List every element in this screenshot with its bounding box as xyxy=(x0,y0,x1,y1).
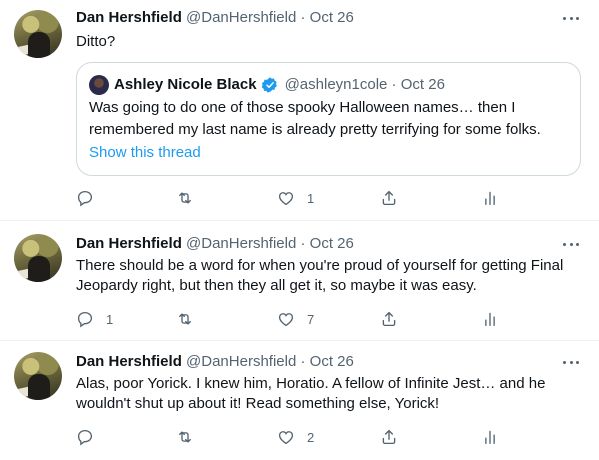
avatar[interactable] xyxy=(14,234,62,282)
more-icon[interactable] xyxy=(563,354,579,370)
retweet-icon xyxy=(176,189,194,207)
show-thread-link[interactable]: Show this thread xyxy=(89,143,201,163)
quoted-tweet-header: Ashley Nicole Black @ashleyn1cole · Oct … xyxy=(89,75,445,95)
reply-icon xyxy=(76,310,94,328)
separator-dot: · xyxy=(391,76,397,93)
separator-dot: · xyxy=(300,9,306,26)
retweet-button[interactable] xyxy=(176,427,206,447)
quoted-tweet-text: Was going to do one of those spooky Hall… xyxy=(89,99,541,138)
share-icon xyxy=(380,310,398,328)
analytics-icon xyxy=(481,428,499,446)
reply-button[interactable] xyxy=(76,188,106,208)
more-icon[interactable] xyxy=(563,10,579,26)
tweet[interactable]: Dan Hershfield @DanHershfield · Oct 26 A… xyxy=(0,342,599,460)
share-icon xyxy=(380,189,398,207)
tweet-header: Dan Hershfield @DanHershfield · Oct 26 xyxy=(76,234,354,254)
analytics-button[interactable] xyxy=(481,427,499,447)
avatar[interactable] xyxy=(14,10,62,58)
retweet-icon xyxy=(176,428,194,446)
retweet-button[interactable] xyxy=(176,188,206,208)
share-button[interactable] xyxy=(380,309,398,329)
quoted-tweet[interactable]: Ashley Nicole Black @ashleyn1cole · Oct … xyxy=(76,62,581,176)
like-icon xyxy=(277,189,295,207)
author-name[interactable]: Dan Hershfield xyxy=(76,353,182,370)
tweet[interactable]: Dan Hershfield @DanHershfield · Oct 26 D… xyxy=(0,0,599,221)
share-button[interactable] xyxy=(380,188,398,208)
verified-icon xyxy=(261,76,279,94)
retweet-icon xyxy=(176,310,194,328)
analytics-button[interactable] xyxy=(481,309,499,329)
quoted-tweet-date: Oct 26 xyxy=(400,76,445,93)
tweet-header: Dan Hershfield @DanHershfield · Oct 26 xyxy=(76,8,354,28)
tweet-date[interactable]: Oct 26 xyxy=(310,235,354,252)
quoted-author-handle: @ashleyn1cole xyxy=(284,76,388,93)
tweet-actions: 1 7 xyxy=(76,309,506,329)
separator-dot: · xyxy=(300,353,306,370)
like-button[interactable]: 1 xyxy=(277,188,314,208)
analytics-button[interactable] xyxy=(481,188,499,208)
tweet[interactable]: Dan Hershfield @DanHershfield · Oct 26 T… xyxy=(0,222,599,341)
reply-button[interactable] xyxy=(76,427,106,447)
tweet-actions: 2 xyxy=(76,427,506,447)
like-button[interactable]: 7 xyxy=(277,309,314,329)
tweet-actions: 1 xyxy=(76,188,506,208)
more-icon[interactable] xyxy=(563,236,579,252)
separator-dot: · xyxy=(300,235,306,252)
quoted-avatar xyxy=(89,75,109,95)
like-count: 1 xyxy=(307,190,315,206)
avatar[interactable] xyxy=(14,352,62,400)
like-count: 2 xyxy=(307,429,315,445)
author-handle[interactable]: @DanHershfield xyxy=(186,353,296,370)
like-icon xyxy=(277,310,295,328)
author-handle[interactable]: @DanHershfield xyxy=(186,235,296,252)
author-name[interactable]: Dan Hershfield xyxy=(76,9,182,26)
retweet-button[interactable] xyxy=(176,309,206,329)
quoted-author-name: Ashley Nicole Black xyxy=(114,76,257,93)
tweet-text: Ditto? xyxy=(76,33,116,50)
tweet-text: Alas, poor Yorick. I knew him, Horatio. … xyxy=(76,375,546,412)
reply-count: 1 xyxy=(106,311,114,327)
like-button[interactable]: 2 xyxy=(277,427,314,447)
tweet-text: There should be a word for when you're p… xyxy=(76,257,564,294)
analytics-icon xyxy=(481,189,499,207)
tweet-date[interactable]: Oct 26 xyxy=(310,9,354,26)
analytics-icon xyxy=(481,310,499,328)
like-icon xyxy=(277,428,295,446)
share-button[interactable] xyxy=(380,427,398,447)
tweet-date[interactable]: Oct 26 xyxy=(310,353,354,370)
share-icon xyxy=(380,428,398,446)
reply-icon xyxy=(76,189,94,207)
tweet-header: Dan Hershfield @DanHershfield · Oct 26 xyxy=(76,352,354,372)
like-count: 7 xyxy=(307,311,315,327)
author-name[interactable]: Dan Hershfield xyxy=(76,235,182,252)
author-handle[interactable]: @DanHershfield xyxy=(186,9,296,26)
reply-button[interactable]: 1 xyxy=(76,309,113,329)
reply-icon xyxy=(76,428,94,446)
